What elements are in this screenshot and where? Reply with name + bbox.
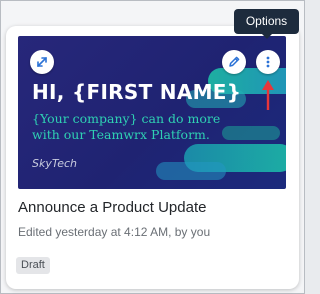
pencil-icon (229, 56, 240, 67)
template-edited-info: Edited yesterday at 4:12 AM, by you (18, 225, 211, 239)
thumbnail-logo: SkyTech (32, 157, 78, 170)
more-vertical-icon (266, 56, 270, 68)
thumbnail-subline: {Your company} can do more with our Team… (32, 111, 221, 142)
expand-icon (37, 57, 47, 67)
template-title[interactable]: Announce a Product Update (18, 199, 206, 216)
window-frame: HI, {FIRST NAME} {Your company} can do m… (0, 0, 305, 294)
template-card[interactable]: HI, {FIRST NAME} {Your company} can do m… (6, 26, 299, 289)
options-tooltip: Options (234, 9, 299, 39)
edit-button[interactable] (222, 50, 246, 74)
cloud-decoration (156, 162, 226, 180)
cloud-decoration (222, 126, 280, 140)
thumbnail-headline: HI, {FIRST NAME} (32, 80, 242, 104)
template-thumbnail[interactable]: HI, {FIRST NAME} {Your company} can do m… (18, 36, 286, 189)
expand-button[interactable] (30, 50, 54, 74)
options-button[interactable] (256, 50, 280, 74)
red-arrow-up-icon (262, 80, 274, 110)
status-badge: Draft (16, 257, 50, 274)
